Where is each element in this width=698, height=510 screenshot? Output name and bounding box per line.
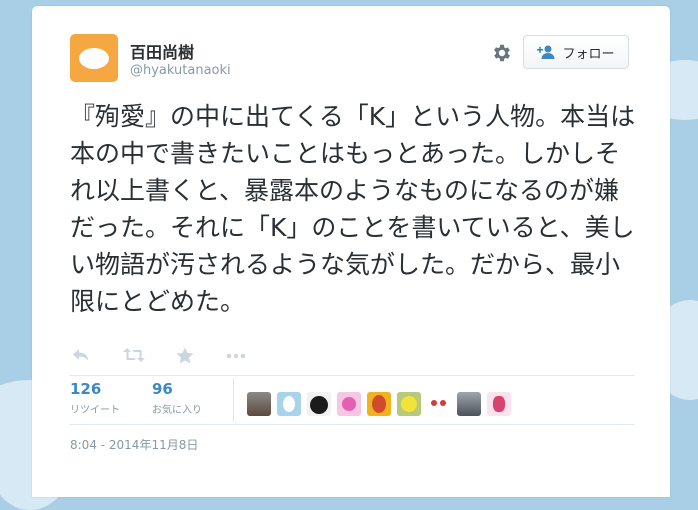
divider — [70, 375, 634, 376]
favoriter-avatar[interactable] — [457, 392, 481, 416]
retweet-icon[interactable] — [123, 347, 145, 363]
favoriter-avatar[interactable] — [277, 392, 301, 416]
tweet-text: 『殉愛』の中に出てくる「K」という人物。本当は本の中で書きたいことはもっとあった… — [70, 102, 636, 316]
retweet-stat[interactable]: 126 リツイート — [70, 380, 120, 416]
favoriter-avatar[interactable] — [307, 392, 331, 416]
gear-icon[interactable] — [491, 42, 513, 64]
user-name[interactable]: 百田尚樹 — [130, 39, 194, 63]
follow-button[interactable]: フォロー — [523, 35, 629, 69]
reply-icon[interactable] — [72, 347, 90, 363]
favoriter-avatar[interactable] — [397, 392, 421, 416]
divider — [70, 424, 634, 425]
timestamp[interactable]: 8:04 - 2014年11月8日 — [70, 436, 198, 453]
retweet-label: リツイート — [70, 405, 120, 416]
stat-divider — [233, 378, 234, 422]
avatar[interactable] — [70, 34, 118, 82]
favorite-count: 96 — [152, 380, 173, 398]
add-user-icon — [537, 45, 555, 59]
egg-icon — [79, 48, 109, 69]
user-handle[interactable]: @hyakutanaoki — [130, 63, 231, 78]
retweet-count: 126 — [70, 380, 102, 398]
favoriter-avatar[interactable] — [337, 392, 361, 416]
tweet-card: 百田尚樹 @hyakutanaoki フォロー 『殉愛』の中に出てくる「K」とい… — [32, 6, 670, 497]
favoriter-avatar[interactable] — [427, 392, 451, 416]
favorite-stat[interactable]: 96 お気に入り — [152, 380, 202, 416]
favoriter-avatar[interactable] — [487, 392, 511, 416]
favorite-icon[interactable] — [176, 347, 194, 364]
more-icon[interactable] — [225, 347, 247, 363]
follow-button-label: フォロー — [562, 46, 615, 62]
favoriter-avatar[interactable] — [367, 392, 391, 416]
favorite-label: お気に入り — [152, 405, 202, 416]
favoriter-avatar[interactable] — [247, 392, 271, 416]
